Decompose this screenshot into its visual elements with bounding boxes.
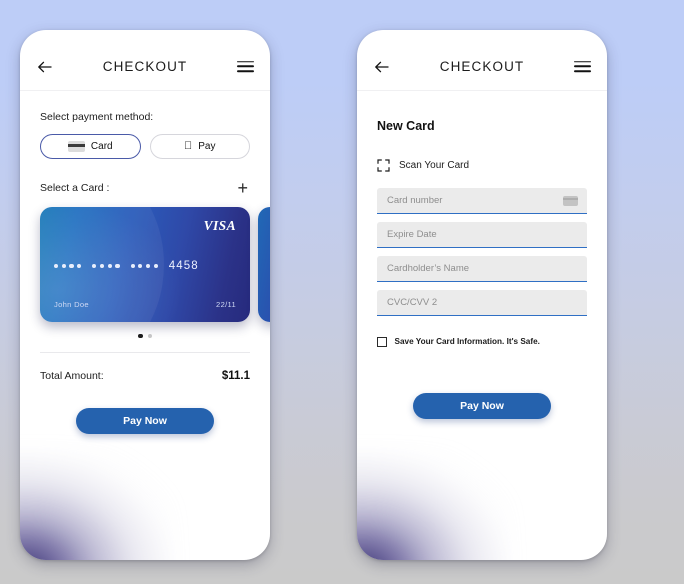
pager-dot-2[interactable] [147,334,152,339]
card-footer: John Doe 22/11 [54,300,236,309]
payment-method-card-label: Card [90,141,113,152]
decorative-glow [357,450,511,560]
card-number-last4: 4458 [168,260,199,272]
expire-date-placeholder: Expire Date [387,229,437,240]
select-card-label: Select a Card : [40,182,110,194]
payment-method-label: Select payment method: [40,111,154,123]
payment-method-options: Card  Pay [40,134,250,159]
carousel-pager [40,334,250,339]
new-card-form: Card number Expire Date Cardholder’s Nam… [377,188,587,316]
add-card-plus-icon[interactable]: + [235,179,250,197]
cardholder-name-placeholder: Cardholder’s Name [387,263,470,274]
card-number-group-1 [54,263,82,269]
credit-card-next-preview[interactable] [258,207,270,322]
total-amount-value: $11.1 [221,370,250,383]
total-amount-label: Total Amount: [40,370,104,383]
save-card-checkbox-row[interactable]: Save Your Card Information. It's Safe. [377,337,587,347]
scan-your-card-label: Scan Your Card [399,160,470,171]
hamburger-menu-icon[interactable] [574,58,591,76]
payment-method-apple-pay-label: Pay [194,141,215,152]
cvc-placeholder: CVC/CVV 2 [387,297,438,308]
new-card-heading: New Card [377,119,435,133]
visa-logo-icon: VISA [203,218,236,233]
header-right: CHECKOUT [357,43,607,91]
page-title: CHECKOUT [102,59,188,74]
page-title: CHECKOUT [439,59,525,74]
phone-mockup-right: CHECKOUT New Card Scan Your Card Card nu… [357,30,607,560]
credit-card-content: VISA 4458 John Doe 22/11 [40,207,250,322]
pay-now-button[interactable]: Pay Now [413,392,551,419]
payment-method-card-button[interactable]: Card [40,134,141,159]
scan-your-card-button[interactable]: Scan Your Card [377,159,587,172]
expire-date-field[interactable]: Expire Date [377,222,587,248]
save-card-checkbox[interactable] [377,337,387,347]
cardholder-name-field[interactable]: Cardholder’s Name [377,256,587,282]
right-screen-body: New Card Scan Your Card Card number Expi… [357,119,607,419]
credit-card-icon [563,195,578,206]
payment-method-apple-pay-button[interactable]:  Pay [149,134,250,159]
card-number: 4458 [54,260,199,272]
divider [40,352,250,354]
apple-logo-icon:  [184,141,192,152]
back-arrow-icon[interactable] [373,58,391,76]
cvc-field[interactable]: CVC/CVV 2 [377,290,587,316]
credit-card-icon [67,141,85,152]
credit-card-visa[interactable]: VISA 4458 John Doe 22/11 [40,207,250,322]
screenshot-stage: CHECKOUT Select payment method: Card  P… [0,0,684,584]
pager-dot-1[interactable] [138,334,143,339]
card-carousel[interactable]: VISA 4458 John Doe 22/11 [40,207,270,322]
cardholder-name: John Doe [54,300,89,309]
left-screen-body: Select payment method: Card  Pay Select… [20,111,270,435]
decorative-glow [20,450,174,560]
card-number-group-2 [92,263,120,269]
card-number-placeholder: Card number [387,195,443,206]
phone-mockup-left: CHECKOUT Select payment method: Card  P… [20,30,270,560]
back-arrow-icon[interactable] [36,58,54,76]
pay-now-button[interactable]: Pay Now [76,408,214,435]
total-amount-row: Total Amount: $11.1 [40,370,250,382]
scan-frame-icon [377,159,390,172]
select-card-header: Select a Card : + [40,179,250,197]
card-expiry: 22/11 [216,300,236,309]
header-left: CHECKOUT [20,43,270,91]
save-card-label: Save Your Card Information. It's Safe. [394,337,540,347]
card-number-group-3 [130,263,158,269]
card-number-field[interactable]: Card number [377,188,587,214]
hamburger-menu-icon[interactable] [237,58,254,76]
